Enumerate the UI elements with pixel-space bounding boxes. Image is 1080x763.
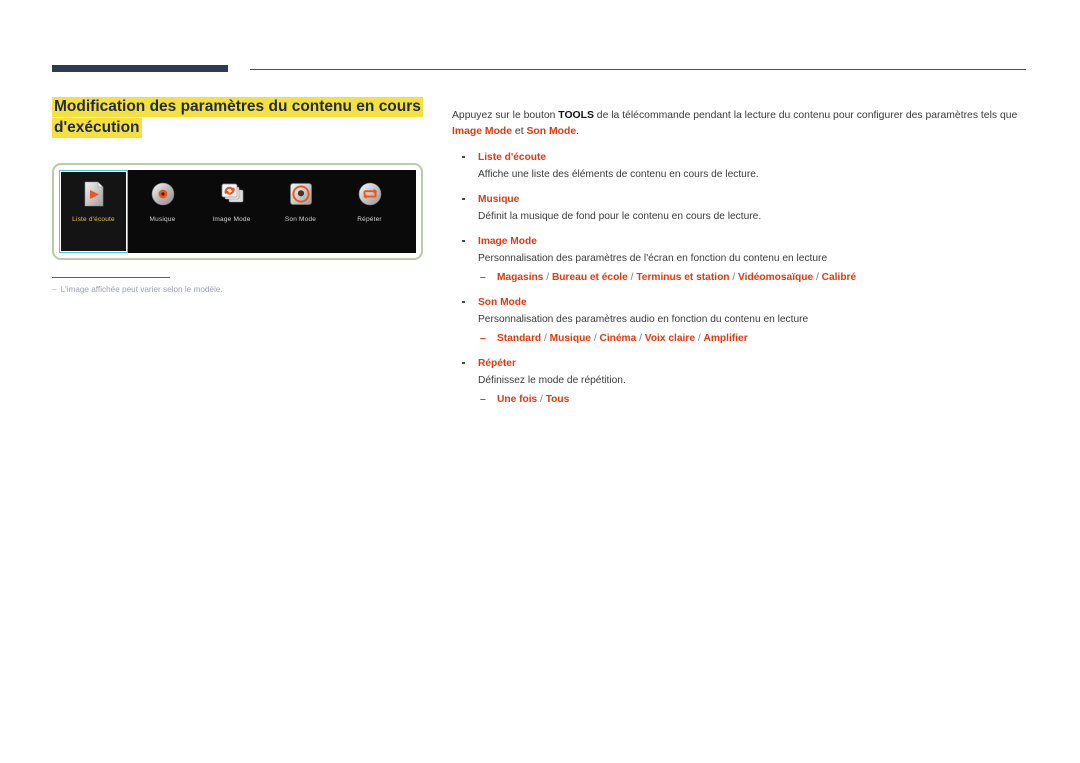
footnote: – L'image affichée peut varier selon le m… — [52, 283, 382, 296]
bullet-heading-text: Image Mode — [478, 235, 537, 247]
sub-dash: – — [480, 332, 486, 344]
playlist-document-icon — [79, 179, 109, 209]
intro-part-4: . — [576, 125, 580, 137]
menu-item-liste-decoute[interactable]: Liste d'écoute — [59, 170, 128, 253]
bullet-heading: Musique — [452, 192, 1028, 207]
bullet-description: Définissez le mode de répétition. — [478, 374, 626, 386]
bullet-square-icon — [462, 155, 465, 159]
menu-item-son-mode[interactable]: Son Mode — [266, 170, 335, 253]
bullet-heading: Image Mode — [452, 234, 1028, 249]
footnote-text: L'image affichée peut varier selon le mo… — [60, 285, 223, 294]
bullet-heading-text: Liste d'écoute — [478, 151, 547, 163]
bullet-description: Personnalisation des paramètres audio en… — [478, 313, 809, 325]
bullet-heading: Répéter — [452, 356, 1028, 371]
list-item: Liste d'écoute Affiche une liste des élé… — [452, 150, 1028, 183]
sub-dash: – — [480, 271, 486, 283]
bullet-heading-text: Répéter — [478, 357, 516, 369]
bullet-sub-options: – Une fois / Tous — [452, 392, 1028, 408]
intro-accent-image-mode: Image Mode — [452, 125, 513, 137]
sub-options-text: Une fois / Tous — [497, 393, 570, 405]
sub-options-text: Standard / Musique / Cinéma / Voix clair… — [497, 332, 748, 344]
list-item: Son Mode Personnalisation des paramètres… — [452, 295, 1028, 347]
list-item: Répéter Définissez le mode de répétition… — [452, 356, 1028, 408]
bullet-heading: Son Mode — [452, 295, 1028, 310]
device-screenshot-panel: Liste d'écoute Musique Image Mode Son Mo… — [52, 163, 423, 260]
bullet-description: Personnalisation des paramètres de l'écr… — [478, 252, 828, 264]
sub-options-text: Magasins / Bureau et école / Terminus et… — [497, 271, 857, 283]
page-title-line-1: Modification des paramètres du contenu e… — [52, 97, 423, 117]
bullet-square-icon — [462, 197, 465, 201]
bullet-heading-text: Son Mode — [478, 296, 527, 308]
page-title-line-2: d'exécution — [52, 118, 142, 138]
header-rule-thin — [250, 69, 1026, 70]
menu-item-repeter[interactable]: Répéter — [335, 170, 404, 253]
bullet-description: Définit la musique de fond pour le conte… — [478, 210, 762, 222]
bullet-sub-options: – Standard / Musique / Cinéma / Voix clai… — [452, 331, 1028, 347]
bullet-square-icon — [462, 239, 465, 243]
menu-item-label: Musique — [149, 216, 176, 223]
image-mode-cards-icon — [217, 179, 247, 209]
menu-item-label: Liste d'écoute — [72, 216, 115, 223]
list-item: Image Mode Personnalisation des paramètr… — [452, 234, 1028, 286]
header-rule-thick — [52, 65, 228, 72]
intro-accent-son-mode: Son Mode — [526, 125, 577, 137]
intro-paragraph: Appuyez sur le bouton TOOLS de la téléco… — [452, 108, 1028, 139]
footnote-dash: – — [52, 285, 57, 294]
bullet-heading: Liste d'écoute — [452, 150, 1028, 165]
list-item: Musique Définit la musique de fond pour … — [452, 192, 1028, 225]
settings-bullet-list: Liste d'écoute Affiche une liste des élé… — [452, 150, 1028, 408]
bullet-sub-options: – Magasins / Bureau et école / Terminus e… — [452, 270, 1028, 286]
content-column: Appuyez sur le bouton TOOLS de la téléco… — [452, 98, 1028, 417]
footnote-divider — [52, 277, 170, 278]
menu-item-label: Son Mode — [284, 216, 317, 223]
intro-part-2: de la télécommande pendant la lecture du… — [593, 110, 1018, 122]
tools-button-reference: TOOLS — [558, 110, 594, 122]
menu-item-image-mode[interactable]: Image Mode — [197, 170, 266, 253]
music-disc-icon — [148, 179, 178, 209]
sub-dash: – — [480, 393, 486, 405]
page-title: Modification des paramètres du contenu e… — [52, 96, 432, 138]
intro-part-3: et — [512, 125, 527, 137]
bullet-heading-text: Musique — [478, 193, 520, 205]
bullet-description: Affiche une liste des éléments de conten… — [478, 168, 759, 180]
repeat-loop-icon — [355, 179, 385, 209]
device-menu-bar: Liste d'écoute Musique Image Mode Son Mo… — [59, 170, 416, 253]
menu-item-musique[interactable]: Musique — [128, 170, 197, 253]
intro-part-1: Appuyez sur le bouton — [452, 110, 559, 122]
bullet-square-icon — [462, 361, 465, 365]
sound-mode-speaker-icon — [286, 179, 316, 209]
bullet-square-icon — [462, 300, 465, 304]
menu-item-label: Image Mode — [212, 216, 251, 223]
menu-item-label: Répéter — [357, 216, 382, 223]
